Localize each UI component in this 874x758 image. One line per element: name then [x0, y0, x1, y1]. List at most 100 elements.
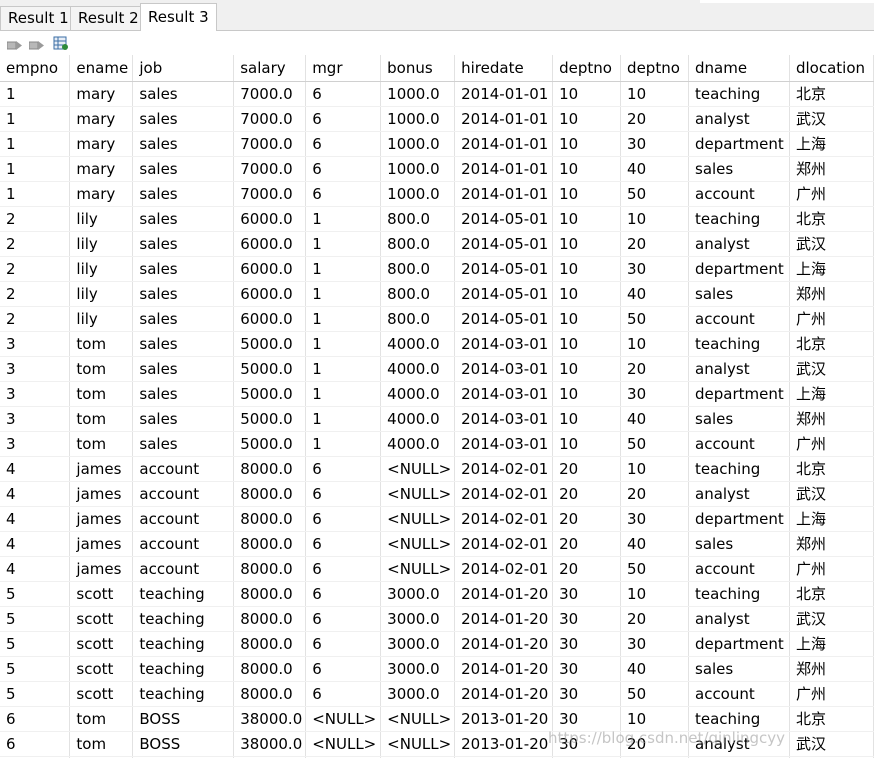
cell-ename[interactable]: lily — [69, 256, 134, 282]
cell-dlocation[interactable]: 广州 — [789, 556, 874, 582]
cell-dlocation[interactable]: 郑州 — [789, 531, 874, 557]
cell-deptno-2[interactable]: 20 — [620, 231, 689, 257]
cell-hiredate[interactable]: 2014-03-01 — [454, 406, 554, 432]
cell-salary[interactable]: 8000.0 — [233, 631, 307, 657]
cell-empno[interactable]: 1 — [0, 181, 71, 207]
cell-salary[interactable]: 7000.0 — [233, 106, 307, 132]
cell-job[interactable]: sales — [132, 106, 235, 132]
cell-deptno[interactable]: 20 — [552, 556, 622, 582]
cell-mgr[interactable]: 6 — [305, 181, 382, 207]
cell-hiredate[interactable]: 2014-02-01 — [454, 556, 554, 582]
cell-dlocation[interactable]: 武汉 — [789, 231, 874, 257]
table-row[interactable]: 6 tom BOSS 38000.0 <NULL> <NULL> 2013-01-20 30 2… — [0, 731, 874, 757]
cell-mgr[interactable]: 6 — [305, 156, 382, 182]
cell-hiredate[interactable]: 2014-03-01 — [454, 381, 554, 407]
cell-mgr[interactable]: 6 — [305, 606, 382, 632]
table-row[interactable]: 1 mary sales 7000.0 6 1000.0 2014-01-01 10 30 dep… — [0, 131, 874, 157]
cell-hiredate[interactable]: 2014-03-01 — [454, 331, 554, 357]
cell-deptno[interactable]: 10 — [552, 106, 622, 132]
cell-mgr[interactable]: <NULL> — [305, 731, 382, 757]
cell-hiredate[interactable]: 2014-02-01 — [454, 481, 554, 507]
tab-result-1[interactable]: Result 1 — [0, 6, 77, 30]
cell-mgr[interactable]: 6 — [305, 506, 382, 532]
column-header-ename[interactable]: ename — [69, 55, 134, 82]
cell-mgr[interactable]: 1 — [305, 381, 382, 407]
cell-dname[interactable]: department — [688, 256, 790, 282]
cell-empno[interactable]: 1 — [0, 81, 71, 107]
cell-ename[interactable]: scott — [69, 606, 134, 632]
table-row[interactable]: 1 mary sales 7000.0 6 1000.0 2014-01-01 10 50 acc… — [0, 181, 874, 207]
cell-salary[interactable]: 5000.0 — [233, 356, 307, 382]
table-row[interactable]: 5 scott teaching 8000.0 6 3000.0 2014-01-20 30 3… — [0, 631, 874, 657]
cell-deptno-2[interactable]: 20 — [620, 731, 689, 757]
column-header-empno[interactable]: empno — [0, 55, 71, 82]
cell-bonus[interactable]: 4000.0 — [380, 406, 456, 432]
cell-salary[interactable]: 7000.0 — [233, 81, 307, 107]
table-row[interactable]: 1 mary sales 7000.0 6 1000.0 2014-01-01 10 10 tea… — [0, 81, 874, 107]
import-icon[interactable] — [6, 37, 23, 50]
cell-dlocation[interactable]: 广州 — [789, 681, 874, 707]
cell-empno[interactable]: 2 — [0, 231, 71, 257]
cell-bonus[interactable]: 800.0 — [380, 256, 456, 282]
cell-deptno[interactable]: 30 — [552, 656, 622, 682]
cell-deptno-2[interactable]: 30 — [620, 631, 689, 657]
cell-dname[interactable]: account — [688, 306, 790, 332]
table-row[interactable]: 1 mary sales 7000.0 6 1000.0 2014-01-01 10 20 ana… — [0, 106, 874, 132]
cell-dname[interactable]: analyst — [688, 481, 790, 507]
cell-deptno[interactable]: 10 — [552, 81, 622, 107]
cell-deptno[interactable]: 10 — [552, 281, 622, 307]
cell-empno[interactable]: 3 — [0, 431, 71, 457]
cell-mgr[interactable]: <NULL> — [305, 706, 382, 732]
cell-dlocation[interactable]: 广州 — [789, 431, 874, 457]
cell-salary[interactable]: 8000.0 — [233, 531, 307, 557]
cell-deptno[interactable]: 10 — [552, 131, 622, 157]
cell-salary[interactable]: 8000.0 — [233, 456, 307, 482]
cell-empno[interactable]: 2 — [0, 306, 71, 332]
cell-ename[interactable]: lily — [69, 306, 134, 332]
cell-job[interactable]: sales — [132, 131, 235, 157]
cell-dname[interactable]: analyst — [688, 606, 790, 632]
cell-job[interactable]: sales — [132, 356, 235, 382]
cell-bonus[interactable]: 1000.0 — [380, 106, 456, 132]
cell-empno[interactable]: 4 — [0, 556, 71, 582]
cell-empno[interactable]: 2 — [0, 256, 71, 282]
cell-mgr[interactable]: 6 — [305, 556, 382, 582]
cell-deptno-2[interactable]: 20 — [620, 356, 689, 382]
cell-bonus[interactable]: <NULL> — [380, 731, 456, 757]
cell-ename[interactable]: mary — [69, 131, 134, 157]
cell-dlocation[interactable]: 广州 — [789, 181, 874, 207]
cell-mgr[interactable]: 6 — [305, 456, 382, 482]
table-row[interactable]: 5 scott teaching 8000.0 6 3000.0 2014-01-20 30 4… — [0, 656, 874, 682]
cell-dname[interactable]: sales — [688, 406, 790, 432]
cell-deptno[interactable]: 20 — [552, 531, 622, 557]
cell-hiredate[interactable]: 2014-03-01 — [454, 356, 554, 382]
cell-empno[interactable]: 5 — [0, 681, 71, 707]
cell-bonus[interactable]: <NULL> — [380, 481, 456, 507]
cell-ename[interactable]: tom — [69, 731, 134, 757]
cell-job[interactable]: sales — [132, 431, 235, 457]
cell-bonus[interactable]: <NULL> — [380, 456, 456, 482]
cell-hiredate[interactable]: 2014-02-01 — [454, 506, 554, 532]
cell-salary[interactable]: 7000.0 — [233, 131, 307, 157]
cell-hiredate[interactable]: 2014-05-01 — [454, 281, 554, 307]
cell-dlocation[interactable]: 北京 — [789, 706, 874, 732]
cell-dname[interactable]: analyst — [688, 106, 790, 132]
column-header-dname[interactable]: dname — [688, 55, 790, 82]
table-row[interactable]: 2 lily sales 6000.0 1 800.0 2014-05-01 10 20 anal… — [0, 231, 874, 257]
cell-empno[interactable]: 3 — [0, 381, 71, 407]
cell-hiredate[interactable]: 2014-01-20 — [454, 581, 554, 607]
cell-hiredate[interactable]: 2014-01-01 — [454, 156, 554, 182]
cell-hiredate[interactable]: 2014-02-01 — [454, 456, 554, 482]
cell-dname[interactable]: sales — [688, 531, 790, 557]
cell-deptno[interactable]: 30 — [552, 581, 622, 607]
cell-dname[interactable]: department — [688, 506, 790, 532]
cell-dname[interactable]: account — [688, 181, 790, 207]
cell-bonus[interactable]: 3000.0 — [380, 681, 456, 707]
column-header-deptno-2[interactable]: deptno — [620, 55, 689, 82]
cell-dname[interactable]: department — [688, 631, 790, 657]
cell-empno[interactable]: 3 — [0, 331, 71, 357]
cell-dname[interactable]: sales — [688, 156, 790, 182]
cell-bonus[interactable]: 1000.0 — [380, 156, 456, 182]
cell-deptno[interactable]: 30 — [552, 631, 622, 657]
cell-salary[interactable]: 6000.0 — [233, 306, 307, 332]
